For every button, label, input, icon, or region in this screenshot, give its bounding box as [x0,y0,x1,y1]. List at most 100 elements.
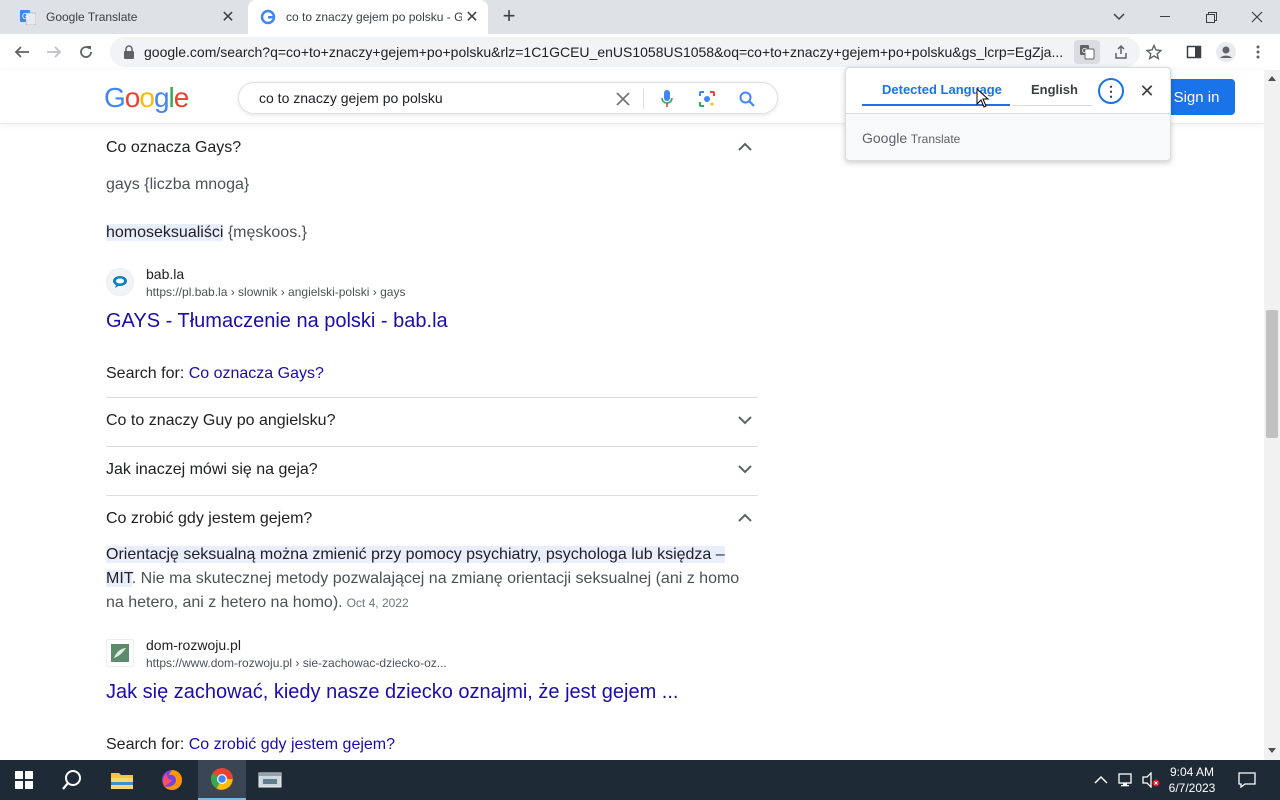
logo-letter: g [153,82,170,113]
tab-google-translate[interactable]: G Google Translate ✕ [8,0,244,34]
chevron-up-icon[interactable] [736,138,754,156]
source-dom-rozwoju[interactable]: dom-rozwoju.pl https://www.dom-rozwoju.p… [106,637,447,670]
logo-letter: o [139,82,155,113]
bookmark-star-icon[interactable] [1140,38,1168,66]
chevron-up-icon[interactable] [736,509,754,527]
google-logo[interactable]: Google [104,82,190,114]
google-lens-icon[interactable] [695,87,719,111]
search-for-link[interactable]: Co oznacza Gays? [189,365,324,382]
minimize-button[interactable] [1142,0,1188,34]
close-tab-icon[interactable]: ✕ [462,7,482,27]
source-name: dom-rozwoju.pl [146,637,241,653]
side-panel-icon[interactable] [1180,38,1208,66]
tab-title: Google Translate [46,10,138,24]
source-url: https://www.dom-rozwoju.pl › sie-zachowa… [146,656,447,670]
restore-button[interactable] [1188,0,1234,34]
windows-start-icon[interactable] [0,760,48,800]
source-bab-la[interactable]: bab.la https://pl.bab.la › slownik › ang… [106,266,405,299]
mouse-cursor-icon [976,88,990,108]
google-translate-favicon-icon: G [20,9,36,25]
search-query[interactable]: co to znaczy gejem po polsku [259,90,443,106]
forward-arrow-icon[interactable] [40,38,68,66]
clear-search-icon[interactable] [611,87,635,111]
svg-text:G: G [22,12,28,21]
logo-letter: e [173,82,190,113]
question-text: Co to znaczy Guy po angielsku? [106,412,336,429]
scroll-up-arrow-icon[interactable] [1268,76,1276,81]
logo-letter: G [104,82,126,113]
close-window-button[interactable] [1234,0,1280,34]
chevron-down-icon[interactable] [736,411,754,429]
source-url: https://pl.bab.la › slownik › angielski-… [146,285,406,299]
question-text: Jak inaczej mówi się na geja? [106,461,318,478]
tray-chevron-up-icon[interactable] [1094,760,1108,800]
back-arrow-icon[interactable] [8,38,36,66]
kebab-menu-icon[interactable] [1244,38,1272,66]
search-for-link[interactable]: Co zrobić gdy jestem gejem? [189,736,395,753]
translate-options-icon[interactable]: ⋮ [1098,78,1124,104]
search-divider [643,89,644,109]
related-question-3[interactable]: Jak inaczej mówi się na geja? [106,446,758,494]
result-link[interactable]: GAYS - Tłumaczenie na polski - bab.la [106,310,448,333]
address-bar[interactable]: google.com/search?q=co+to+znaczy+gejem+p… [110,37,1140,67]
question-text: Co zrobić gdy jestem gejem? [106,510,313,527]
google-favicon-icon [260,9,276,25]
url-text: google.com/search?q=co+to+znaczy+gejem+p… [144,44,1064,60]
answer-line: homoseksualiści {męskoos.} [106,224,307,242]
tab-title: co to znaczy gejem po polsku - G [286,10,462,24]
related-question-1[interactable]: Co oznacza Gays? [106,124,758,172]
network-icon[interactable] [1118,760,1136,800]
tab-english[interactable]: English [1031,82,1078,97]
app-window-taskbar-icon[interactable] [246,760,294,800]
close-tab-icon[interactable]: ✕ [218,7,238,27]
file-explorer-icon[interactable] [98,760,146,800]
related-question-2[interactable]: Co to znaczy Guy po angielsku? [106,397,758,445]
browser-toolbar: google.com/search?q=co+to+znaczy+gejem+p… [0,34,1280,70]
search-for-label: Search for: [106,736,189,753]
microphone-icon[interactable] [655,87,679,111]
share-icon[interactable] [1108,40,1134,64]
system-clock[interactable]: 9:04 AM 6/7/2023 [1160,764,1224,796]
volume-muted-icon[interactable] [1142,760,1160,800]
search-for-row: Search for: Co zrobić gdy jestem gejem? [106,736,395,754]
scroll-down-arrow-icon[interactable] [1268,748,1276,753]
result-link[interactable]: Jak się zachować, kiedy nasze dziecko oz… [106,681,678,704]
translate-page-icon[interactable]: G [1074,40,1100,64]
search-input[interactable]: co to znaczy gejem po polsku [238,82,778,114]
page-scrollbar[interactable] [1264,70,1280,760]
chrome-taskbar-icon[interactable] [198,760,246,800]
bab-la-icon [106,268,134,296]
answer-snippet: Orientację seksualną można zmienić przy … [106,543,752,615]
logo-letter: o [124,82,141,113]
clock-date: 6/7/2023 [1168,781,1216,795]
new-tab-button[interactable]: + [498,5,520,28]
close-translate-icon[interactable]: ✕ [1134,78,1160,104]
reload-icon[interactable] [72,38,100,66]
translate-tabs: Detected Language English ⋮ ✕ [846,68,1170,114]
highlighted-term: homoseksualiści [106,224,224,241]
svg-text:G: G [1082,48,1087,55]
source-name: bab.la [146,266,185,282]
taskbar-search-icon[interactable] [48,760,96,800]
search-icon[interactable] [735,87,759,111]
related-question-4[interactable]: Co zrobić gdy jestem gejem? [106,495,758,543]
scrollbar-thumb[interactable] [1266,310,1278,438]
search-for-label: Search for: [106,365,189,382]
firefox-icon[interactable] [148,760,196,800]
clock-time: 9:04 AM [1169,765,1215,779]
browser-tab-strip: G Google Translate ✕ co to znaczy gejem … [0,0,1280,34]
question-text: Co oznacza Gays? [106,139,242,156]
logo-text: Google [104,82,190,113]
lock-icon[interactable] [114,45,144,59]
windows-taskbar: 9:04 AM 6/7/2023 [0,760,1280,800]
tab-divider [1012,105,1092,106]
dom-rozwoju-icon [106,639,134,667]
tab-search-chevron-icon[interactable] [1096,0,1142,34]
notifications-icon[interactable] [1238,760,1256,800]
term-suffix: {męskoos.} [223,224,307,241]
answer-rest: . Nie ma skutecznej metody pozwalającej … [106,570,740,611]
tab-google-search[interactable]: co to znaczy gejem po polsku - G ✕ [248,0,488,34]
chevron-down-icon[interactable] [736,460,754,478]
answer-line: gays {liczba mnoga} [106,176,250,193]
profile-avatar-icon[interactable] [1212,38,1240,66]
